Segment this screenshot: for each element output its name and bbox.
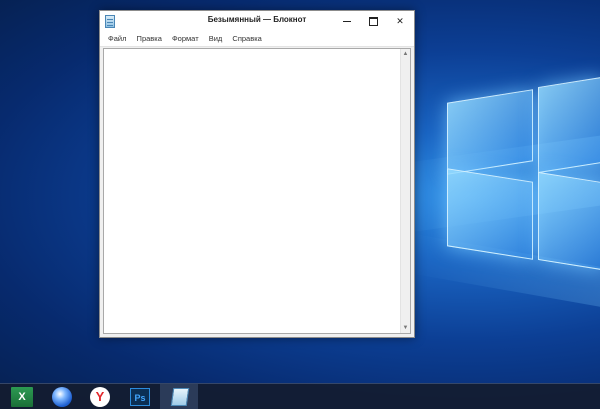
photoshop-taskbar-button[interactable]: Ps (126, 387, 154, 407)
wallpaper-logo-pane (538, 171, 600, 271)
minimize-icon (343, 21, 351, 23)
minimize-button[interactable] (334, 11, 360, 32)
notepad-icon (170, 388, 190, 406)
notepad-taskbar-button[interactable] (166, 387, 194, 407)
maximize-icon (368, 17, 378, 27)
text-editor[interactable] (104, 49, 400, 333)
scroll-down-icon[interactable]: ▼ (401, 323, 410, 333)
vertical-scrollbar[interactable]: ▲ ▼ (400, 49, 410, 333)
close-button[interactable]: ✕ (387, 11, 413, 32)
menu-file[interactable]: Файл (104, 32, 130, 46)
excel-taskbar-icon[interactable]: X (11, 387, 33, 407)
notepad-window: Безымянный — Блокнот ✕ Файл Правка Форма… (99, 10, 415, 338)
menu-edit[interactable]: Правка (133, 32, 166, 46)
browser-taskbar-button[interactable] (48, 387, 76, 407)
wallpaper-logo-pane (447, 168, 533, 260)
yandex-browser-taskbar-button[interactable] (86, 387, 114, 407)
photoshop-icon: Ps (130, 388, 150, 406)
menu-view[interactable]: Вид (205, 32, 227, 46)
yandex-browser-icon (90, 387, 110, 407)
menu-format[interactable]: Формат (168, 32, 203, 46)
close-icon: ✕ (396, 16, 404, 26)
wallpaper-logo-pane (538, 76, 600, 174)
wallpaper-logo-pane (447, 89, 533, 175)
menu-bar: Файл Правка Формат Вид Справка (100, 32, 414, 47)
browser-icon (52, 387, 72, 407)
menu-help[interactable]: Справка (228, 32, 265, 46)
maximize-button[interactable] (360, 11, 386, 32)
title-bar[interactable]: Безымянный — Блокнот ✕ (100, 11, 414, 32)
taskbar: X Ps (0, 383, 600, 409)
scroll-up-icon[interactable]: ▲ (401, 49, 410, 59)
text-editor-area: ▲ ▼ (103, 48, 411, 334)
